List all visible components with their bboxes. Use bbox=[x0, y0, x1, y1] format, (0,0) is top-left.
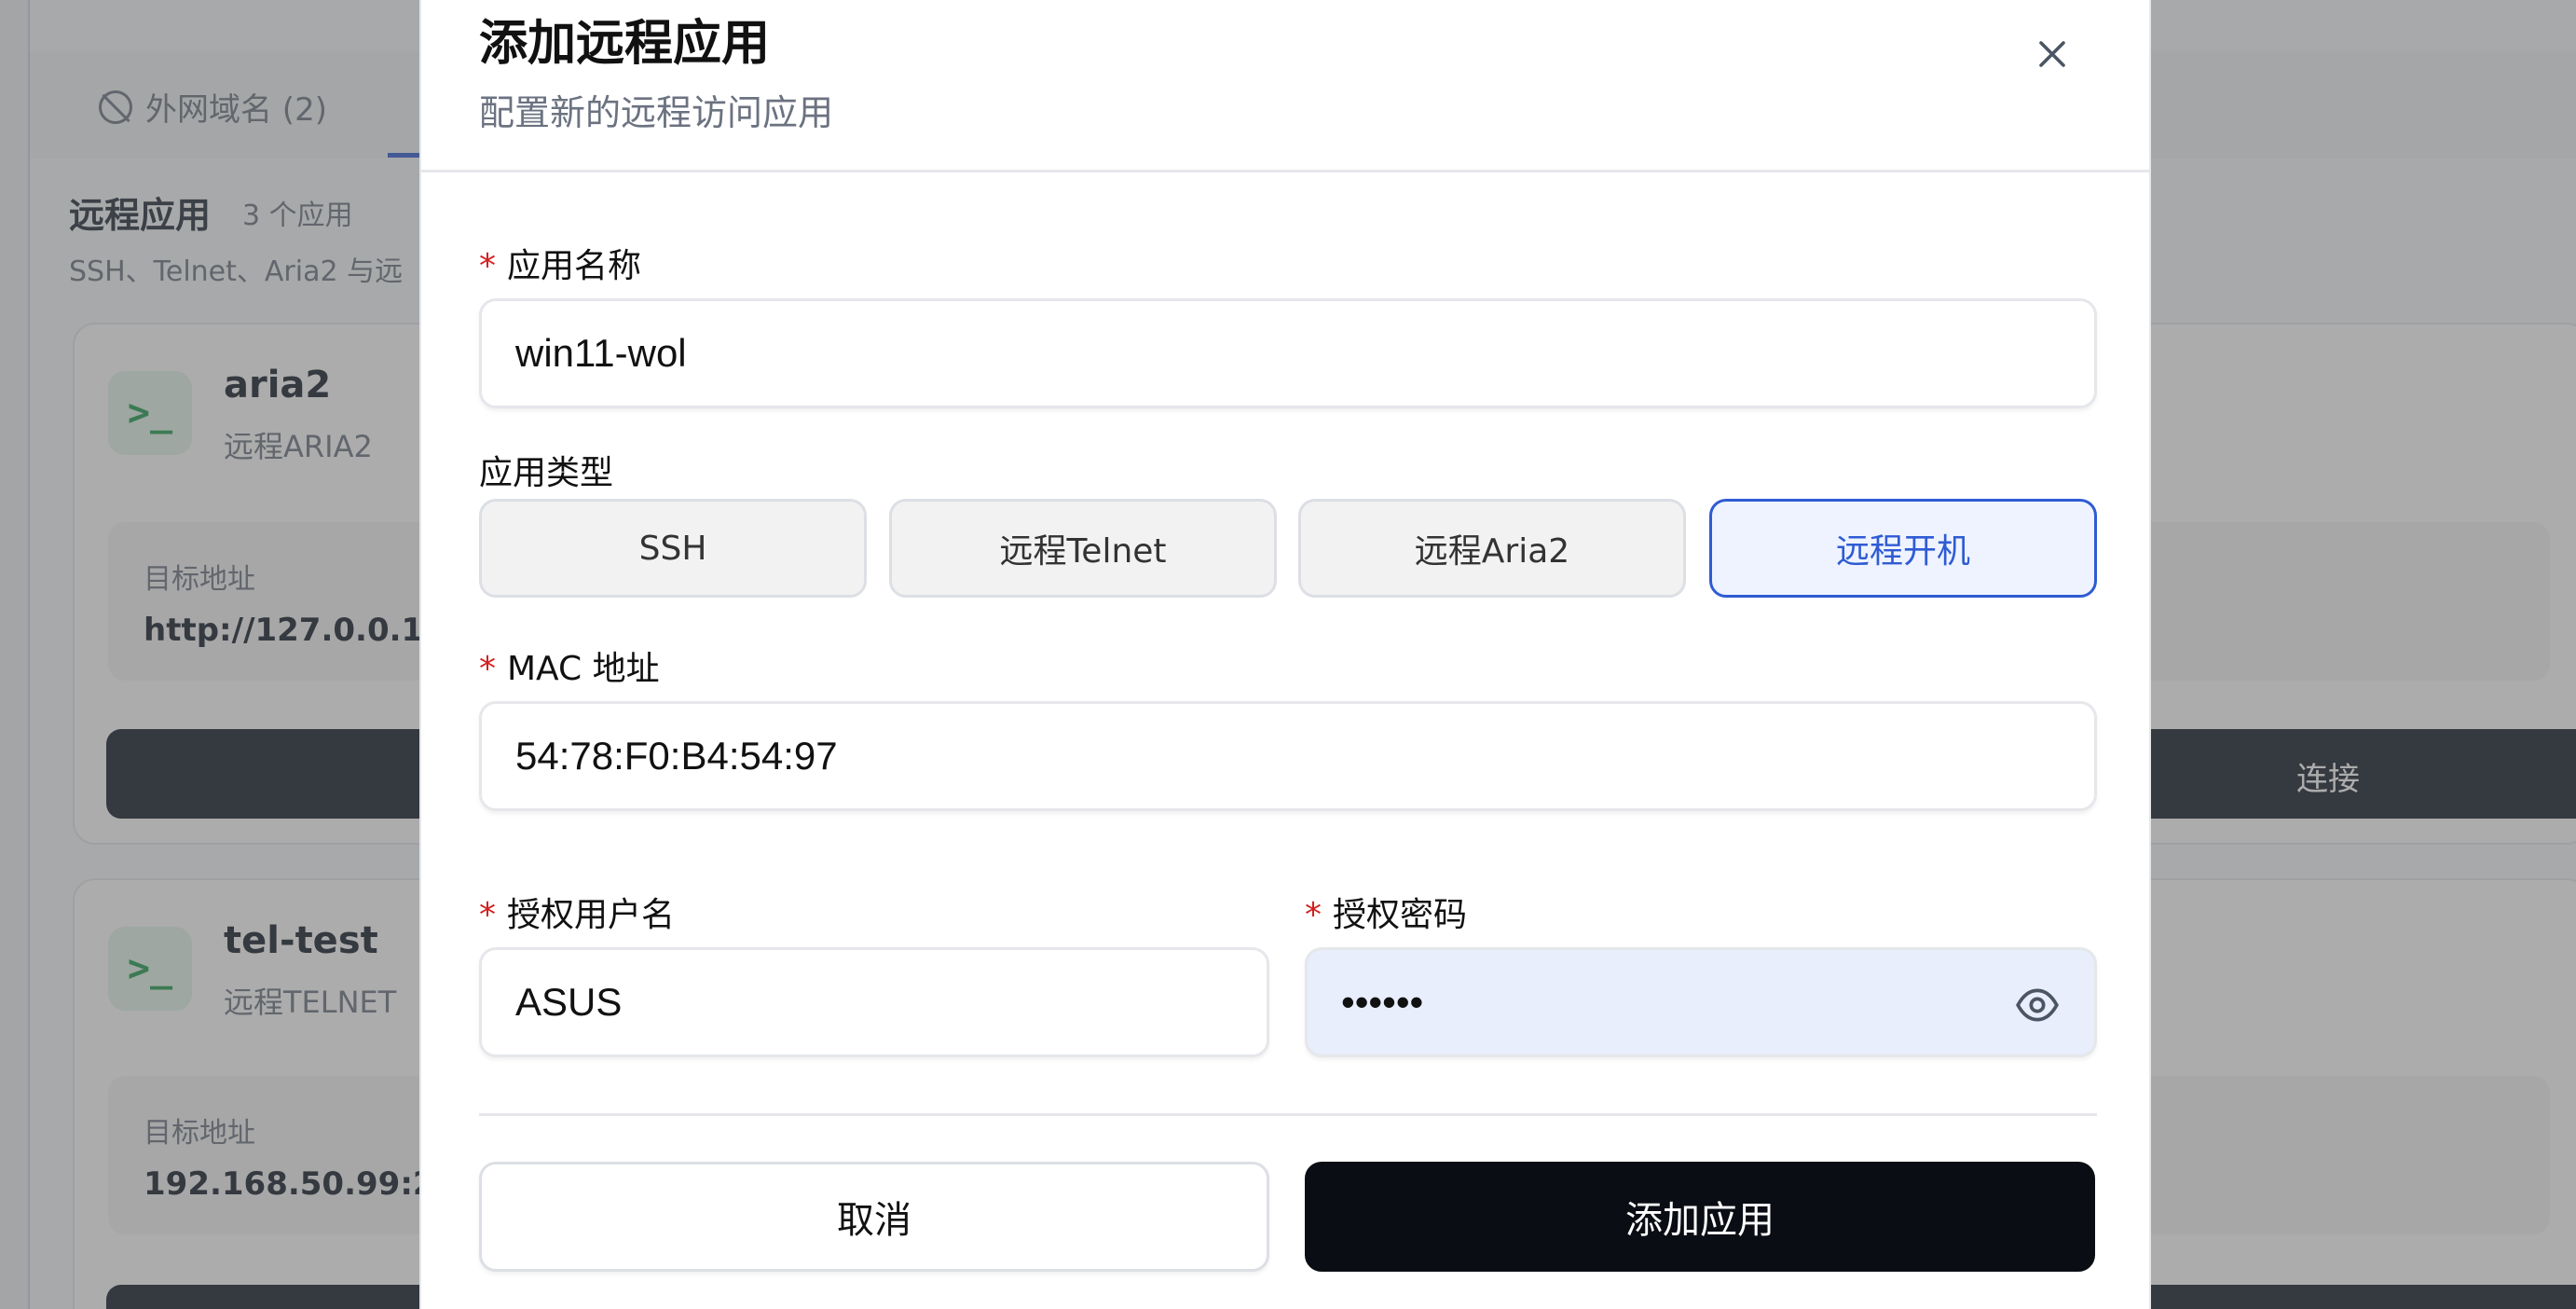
app-name-label: * 应用名称 bbox=[479, 239, 641, 287]
required-mark: * bbox=[479, 896, 496, 934]
add-app-button[interactable]: 添加应用 bbox=[1305, 1162, 2095, 1272]
eye-icon[interactable] bbox=[2014, 982, 2061, 1028]
type-option-telnet[interactable]: 远程Telnet bbox=[889, 499, 1277, 598]
username-label: * 授权用户名 bbox=[479, 888, 675, 936]
close-icon bbox=[2039, 41, 2065, 67]
password-input[interactable]: •••••• bbox=[1305, 947, 2097, 1057]
mac-address-input[interactable]: 54:78:F0:B4:54:97 bbox=[479, 701, 2097, 811]
required-mark: * bbox=[1305, 896, 1322, 934]
add-remote-app-dialog: 添加远程应用 配置新的远程访问应用 * 应用名称 win11-wol 应用类型 S… bbox=[419, 0, 2151, 1309]
dialog-header: 添加远程应用 配置新的远程访问应用 bbox=[421, 0, 2149, 172]
password-value: •••••• bbox=[1341, 980, 1424, 1024]
required-mark: * bbox=[479, 247, 496, 285]
required-mark: * bbox=[479, 650, 496, 688]
username-label-text: 授权用户名 bbox=[507, 896, 676, 934]
password-label-text: 授权密码 bbox=[1333, 896, 1468, 934]
type-option-ssh[interactable]: SSH bbox=[479, 499, 867, 598]
username-input[interactable]: ASUS bbox=[479, 947, 1269, 1057]
cancel-button[interactable]: 取消 bbox=[479, 1162, 1269, 1272]
password-label: * 授权密码 bbox=[1305, 888, 1467, 936]
mac-address-label-text: MAC 地址 bbox=[507, 650, 660, 688]
app-name-input[interactable]: win11-wol bbox=[479, 298, 2097, 408]
close-button[interactable] bbox=[2024, 26, 2080, 82]
type-option-wake-on-lan[interactable]: 远程开机 bbox=[1709, 499, 2097, 598]
footer-divider bbox=[479, 1113, 2097, 1116]
app-name-label-text: 应用名称 bbox=[507, 247, 642, 285]
app-type-label: 应用类型 bbox=[479, 454, 614, 492]
dialog-subtitle: 配置新的远程访问应用 bbox=[479, 92, 834, 133]
dialog-title: 添加远程应用 bbox=[479, 16, 771, 72]
type-option-aria2[interactable]: 远程Aria2 bbox=[1298, 499, 1686, 598]
mac-address-label: * MAC 地址 bbox=[479, 641, 660, 690]
